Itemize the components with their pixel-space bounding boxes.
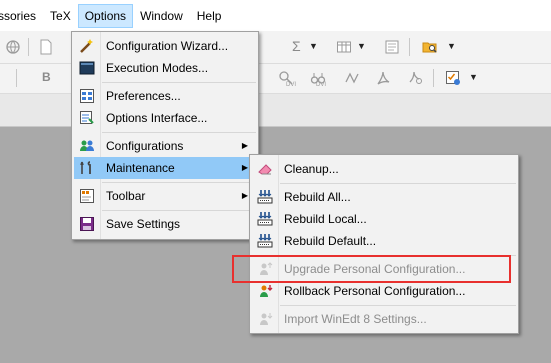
submenu-arrow-icon: ▶ [241,163,248,172]
folder-search-icon[interactable] [422,39,438,55]
maintenance-submenu: Cleanup... Rebuild All... Rebuild Local.… [249,154,519,334]
page-icon[interactable] [384,39,400,55]
menu-item-import-winedt-8-settings[interactable]: Import WinEdt 8 Settings... [252,308,516,330]
checklist-icon[interactable] [445,70,461,86]
menu-bar: ssories TeX Options Window Help [0,0,551,31]
submenu-arrow-icon: ▶ [241,141,248,150]
dvi-ps-icon[interactable] [344,70,360,86]
rebuild-icon [257,190,273,204]
sigma-icon[interactable]: Σ [292,38,301,54]
toolbar-separator [433,69,434,87]
toolbar-separator [16,69,17,87]
menu-item-configuration-wizard[interactable]: Configuration Wizard... [74,35,256,57]
menu-item-toolbar[interactable]: Toolbar ▶ [74,185,256,207]
menu-item-options-interface[interactable]: Options Interface... [74,107,256,129]
menu-options[interactable]: Options [77,3,134,28]
rebuild-icon [257,212,273,226]
menu-item-cleanup[interactable]: Cleanup... [252,158,516,180]
toolbar-icon [80,189,94,203]
chevron-down-icon[interactable]: ▼ [447,41,456,51]
terminal-icon [79,61,95,75]
submenu-arrow-icon: ▶ [241,191,248,200]
table-icon[interactable] [336,39,352,55]
save-icon [80,217,94,231]
wand-icon [80,39,93,53]
options-menu: Configuration Wizard... Execution Modes.… [71,31,259,240]
menu-help[interactable]: Help [190,4,229,28]
bold-icon[interactable]: B [42,70,51,84]
import-icon [260,313,273,325]
pdf-search-icon[interactable] [408,70,424,86]
users-icon [80,140,94,151]
chevron-down-icon[interactable]: ▼ [309,41,318,51]
chevron-down-icon[interactable]: ▼ [357,41,366,51]
globe-icon[interactable] [5,39,21,55]
menu-tex[interactable]: TeX [43,4,78,28]
menu-item-preferences[interactable]: Preferences... [74,85,256,107]
rollback-icon [260,285,273,297]
toolbar-separator [28,38,29,56]
pdf-icon[interactable] [375,70,391,86]
menu-accessories[interactable]: ssories [0,4,43,28]
dvi-label: DVI [286,82,297,88]
tools-icon [80,161,91,174]
rebuild-icon [257,234,273,248]
dvi-label: DVI [316,82,327,88]
menu-item-configurations[interactable]: Configurations ▶ [74,135,256,157]
menu-item-execution-modes[interactable]: Execution Modes... [74,57,256,79]
highlight-annotation-box [232,255,511,283]
document-icon[interactable] [38,39,54,55]
menu-window[interactable]: Window [133,4,190,28]
menu-item-rebuild-default[interactable]: Rebuild Default... [252,230,516,252]
menu-item-rollback-personal-configuration[interactable]: Rollback Personal Configuration... [252,280,516,302]
toolbar-separator [409,38,410,56]
options-interface-icon [80,111,94,124]
menu-item-rebuild-all[interactable]: Rebuild All... [252,186,516,208]
menu-item-maintenance[interactable]: Maintenance ▶ [74,157,256,179]
chevron-down-icon[interactable]: ▼ [469,72,478,82]
eraser-icon [258,164,272,175]
menu-item-save-settings[interactable]: Save Settings [74,213,256,235]
menu-item-rebuild-local[interactable]: Rebuild Local... [252,208,516,230]
preferences-icon [80,89,94,103]
